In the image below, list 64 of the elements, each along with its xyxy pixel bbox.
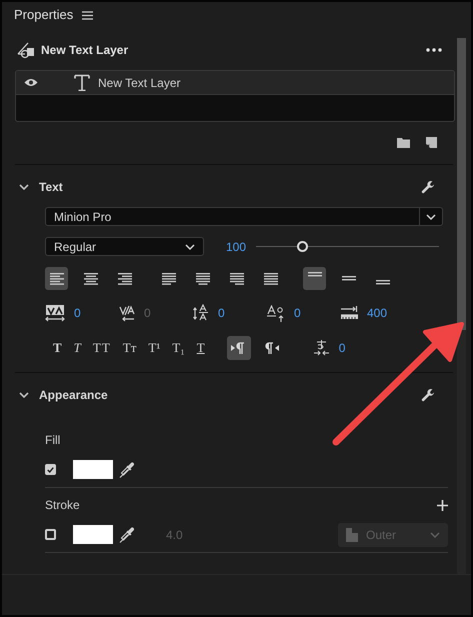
baseline-value[interactable]: 0 — [294, 306, 301, 320]
new-layer-icon[interactable] — [426, 136, 437, 148]
font-dropdown[interactable]: Minion Pro — [45, 207, 443, 226]
vertical-align-button[interactable] — [303, 267, 326, 290]
double-line-icon — [342, 276, 356, 281]
allcaps-style-button[interactable]: TT — [92, 340, 111, 356]
font-style-dropdown[interactable]: Regular — [45, 237, 204, 256]
wrench-icon[interactable] — [421, 180, 435, 194]
align-lines-icon — [264, 272, 278, 284]
tsume-value[interactable]: 0 — [338, 341, 346, 355]
layer-row[interactable]: New Text Layer — [16, 71, 454, 95]
tracking-icon — [119, 304, 135, 322]
stroke-outer-icon — [346, 528, 358, 542]
folder-icon[interactable] — [397, 136, 410, 148]
align-lines-icon — [230, 272, 244, 284]
tab-width-icon — [341, 306, 358, 320]
checkbox[interactable] — [45, 464, 56, 475]
align-lines-icon — [118, 272, 132, 284]
kerning-value[interactable]: 0 — [74, 306, 81, 320]
chevron-down-icon — [426, 214, 436, 220]
italic-style-button[interactable]: T — [74, 340, 81, 356]
stroke-label: Stroke — [45, 498, 80, 512]
eyedropper-icon[interactable] — [119, 526, 134, 542]
superscript-style-button[interactable]: T¹ — [148, 340, 160, 356]
section-title: Text — [39, 180, 63, 194]
section-title: Appearance — [39, 388, 108, 402]
fill-label: Fill — [45, 433, 62, 447]
underline-style-button[interactable]: T — [196, 340, 205, 356]
menu-icon[interactable] — [82, 11, 94, 20]
panel-title: Properties — [14, 8, 74, 22]
left-to-right-icon — [231, 342, 246, 354]
scrollbar[interactable] — [457, 38, 466, 574]
text-direction-button[interactable] — [226, 336, 251, 360]
align-lines-icon — [50, 272, 64, 284]
right-to-left-icon — [265, 342, 280, 354]
bold-style-button[interactable]: T — [53, 340, 62, 356]
wrench-icon[interactable] — [421, 388, 435, 402]
smallcaps-style-button[interactable]: Tт — [122, 340, 136, 356]
align-lines-icon — [162, 272, 176, 284]
layer-title-text: New Text Layer — [41, 43, 128, 57]
layer-name: New Text Layer — [98, 76, 180, 90]
font-size-value[interactable]: 100 — [226, 240, 254, 254]
text-align-button[interactable] — [45, 267, 68, 290]
chevron-down-icon — [430, 532, 440, 538]
text-type-icon — [74, 74, 90, 91]
subscript-style-button[interactable]: T₁ — [172, 340, 185, 356]
align-lines-icon — [196, 272, 210, 284]
double-line-icon — [376, 280, 390, 285]
tabs-value[interactable]: 400 — [367, 306, 388, 320]
align-lines-icon — [84, 272, 98, 284]
chevron-down-icon — [185, 244, 195, 250]
eye-icon[interactable] — [24, 78, 38, 87]
color-swatch[interactable] — [73, 460, 113, 479]
shape-icon — [17, 41, 35, 59]
leading-value[interactable]: 0 — [218, 306, 225, 320]
tsume-icon — [312, 340, 330, 356]
kerning-icon — [45, 304, 65, 322]
double-line-icon — [308, 272, 322, 277]
scrollbar-thumb[interactable] — [457, 38, 466, 330]
baseline-shift-icon — [267, 304, 285, 322]
leading-icon — [193, 304, 209, 322]
eyedropper-icon[interactable] — [119, 462, 134, 478]
plus-icon[interactable] — [437, 500, 448, 510]
more-icon[interactable] — [426, 48, 442, 52]
